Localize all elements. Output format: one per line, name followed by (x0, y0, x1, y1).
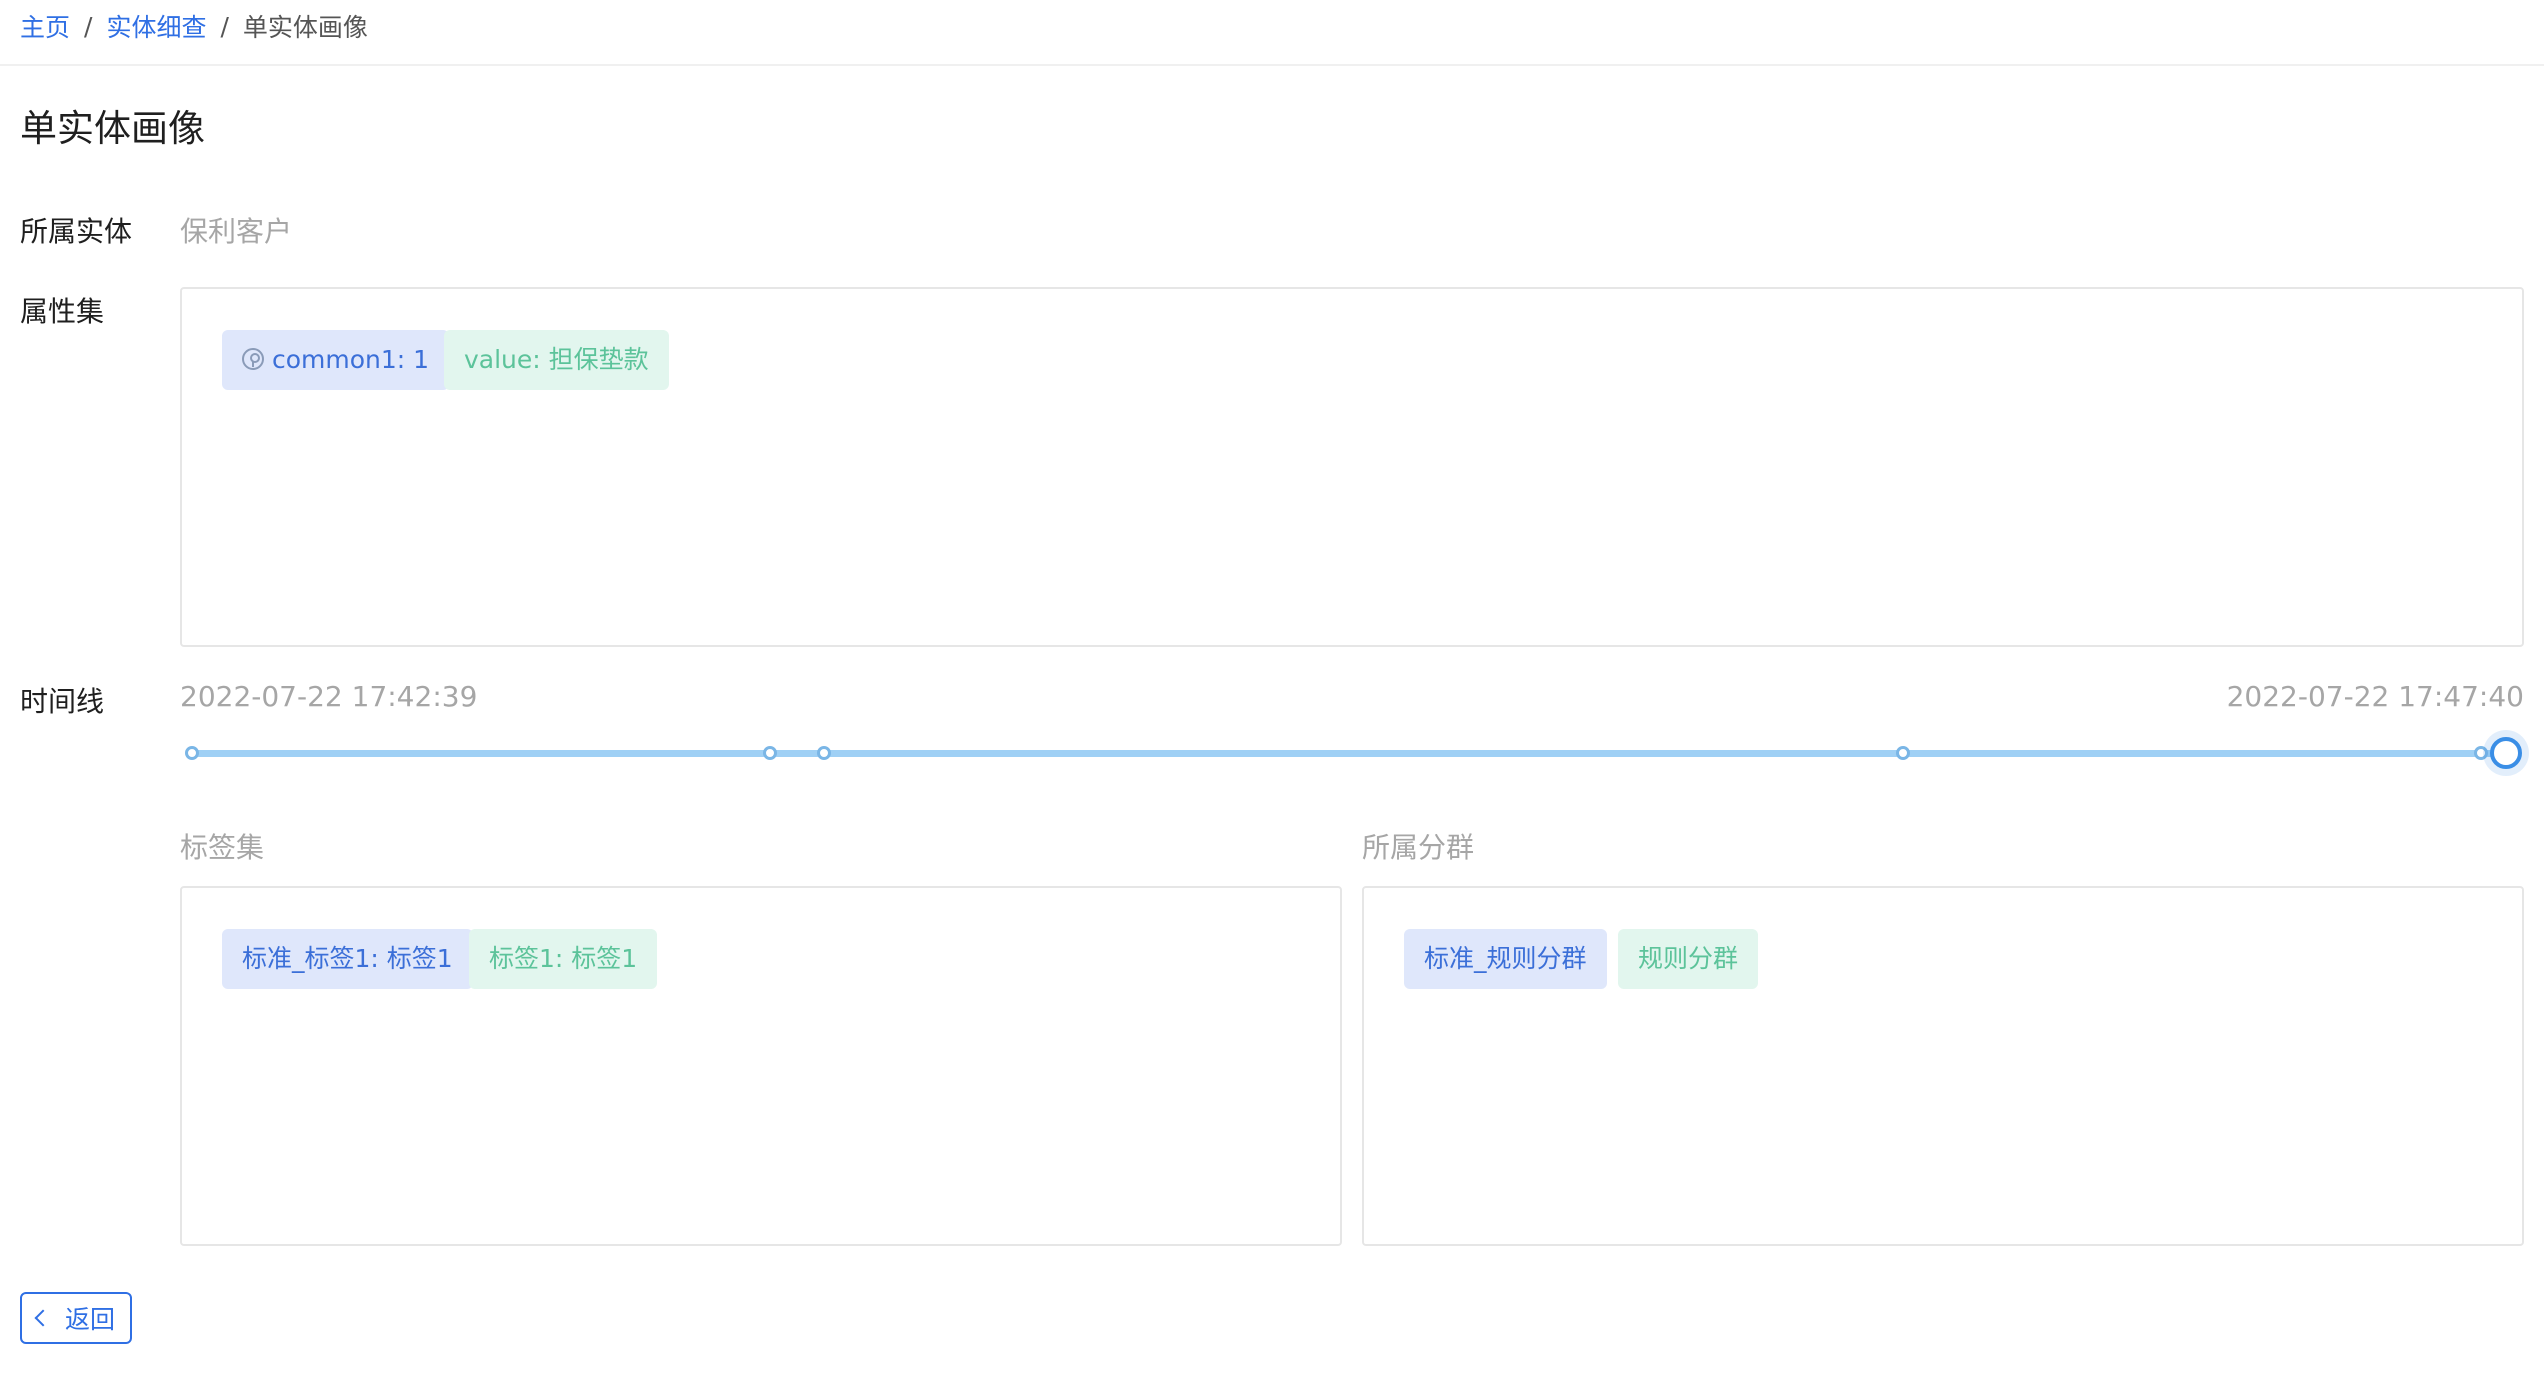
attributes-label: 属性集 (20, 295, 105, 328)
entity-value: 保利客户 (180, 215, 293, 248)
timeline-point[interactable] (2474, 746, 2488, 760)
timeline-point[interactable] (763, 746, 777, 760)
page-title: 单实体画像 (20, 107, 205, 150)
groups-title: 所属分群 (1362, 831, 1475, 864)
chevron-left-icon (34, 1309, 52, 1327)
timeline-handle[interactable] (2490, 737, 2522, 769)
timeline-end-date: 2022-07-22 17:47:40 (2226, 680, 2524, 713)
timeline-point[interactable] (1896, 746, 1910, 760)
timeline-start-date: 2022-07-22 17:42:39 (180, 680, 478, 713)
breadcrumb: 主页 / 实体细查 / 单实体画像 (20, 8, 368, 44)
timeline-track[interactable] (192, 750, 2510, 757)
breadcrumb-current: 单实体画像 (242, 13, 368, 42)
tag-set-title: 标签集 (180, 831, 265, 864)
single-entity-profile-page: 主页 / 实体细查 / 单实体画像 单实体画像 所属实体 保利客户 属性集 co… (0, 0, 2544, 1386)
attribute-tag: value: 担保垫款 (444, 330, 669, 390)
timeline-label: 时间线 (20, 685, 105, 718)
header-divider (0, 64, 2544, 66)
breadcrumb-home[interactable]: 主页 (20, 8, 70, 44)
breadcrumb-separator: / (84, 11, 93, 41)
group-tag: 标准_规则分群 (1404, 929, 1607, 989)
breadcrumb-separator: / (220, 11, 229, 41)
tag-set-tag: 标准_标签1: 标签1 (222, 929, 473, 989)
attribute-tag: common1: 1 (222, 330, 450, 390)
breadcrumb-entity-detail[interactable]: 实体细查 (106, 8, 206, 44)
timeline-point[interactable] (185, 746, 199, 760)
timeline-point[interactable] (817, 746, 831, 760)
attributes-box: common1: 1 value: 担保垫款 (180, 287, 2524, 647)
tag-set-box: 标准_标签1: 标签1 标签1: 标签1 (180, 886, 1342, 1246)
key-icon (242, 348, 264, 370)
back-button-label: 返回 (64, 1305, 115, 1334)
group-tag: 规则分群 (1618, 929, 1759, 989)
entity-label: 所属实体 (20, 215, 133, 248)
back-button[interactable]: 返回 (20, 1292, 132, 1344)
tag-set-tag: 标签1: 标签1 (469, 929, 658, 989)
groups-box: 标准_规则分群 规则分群 (1362, 886, 2524, 1246)
attribute-tag-text: common1: 1 (272, 345, 430, 374)
